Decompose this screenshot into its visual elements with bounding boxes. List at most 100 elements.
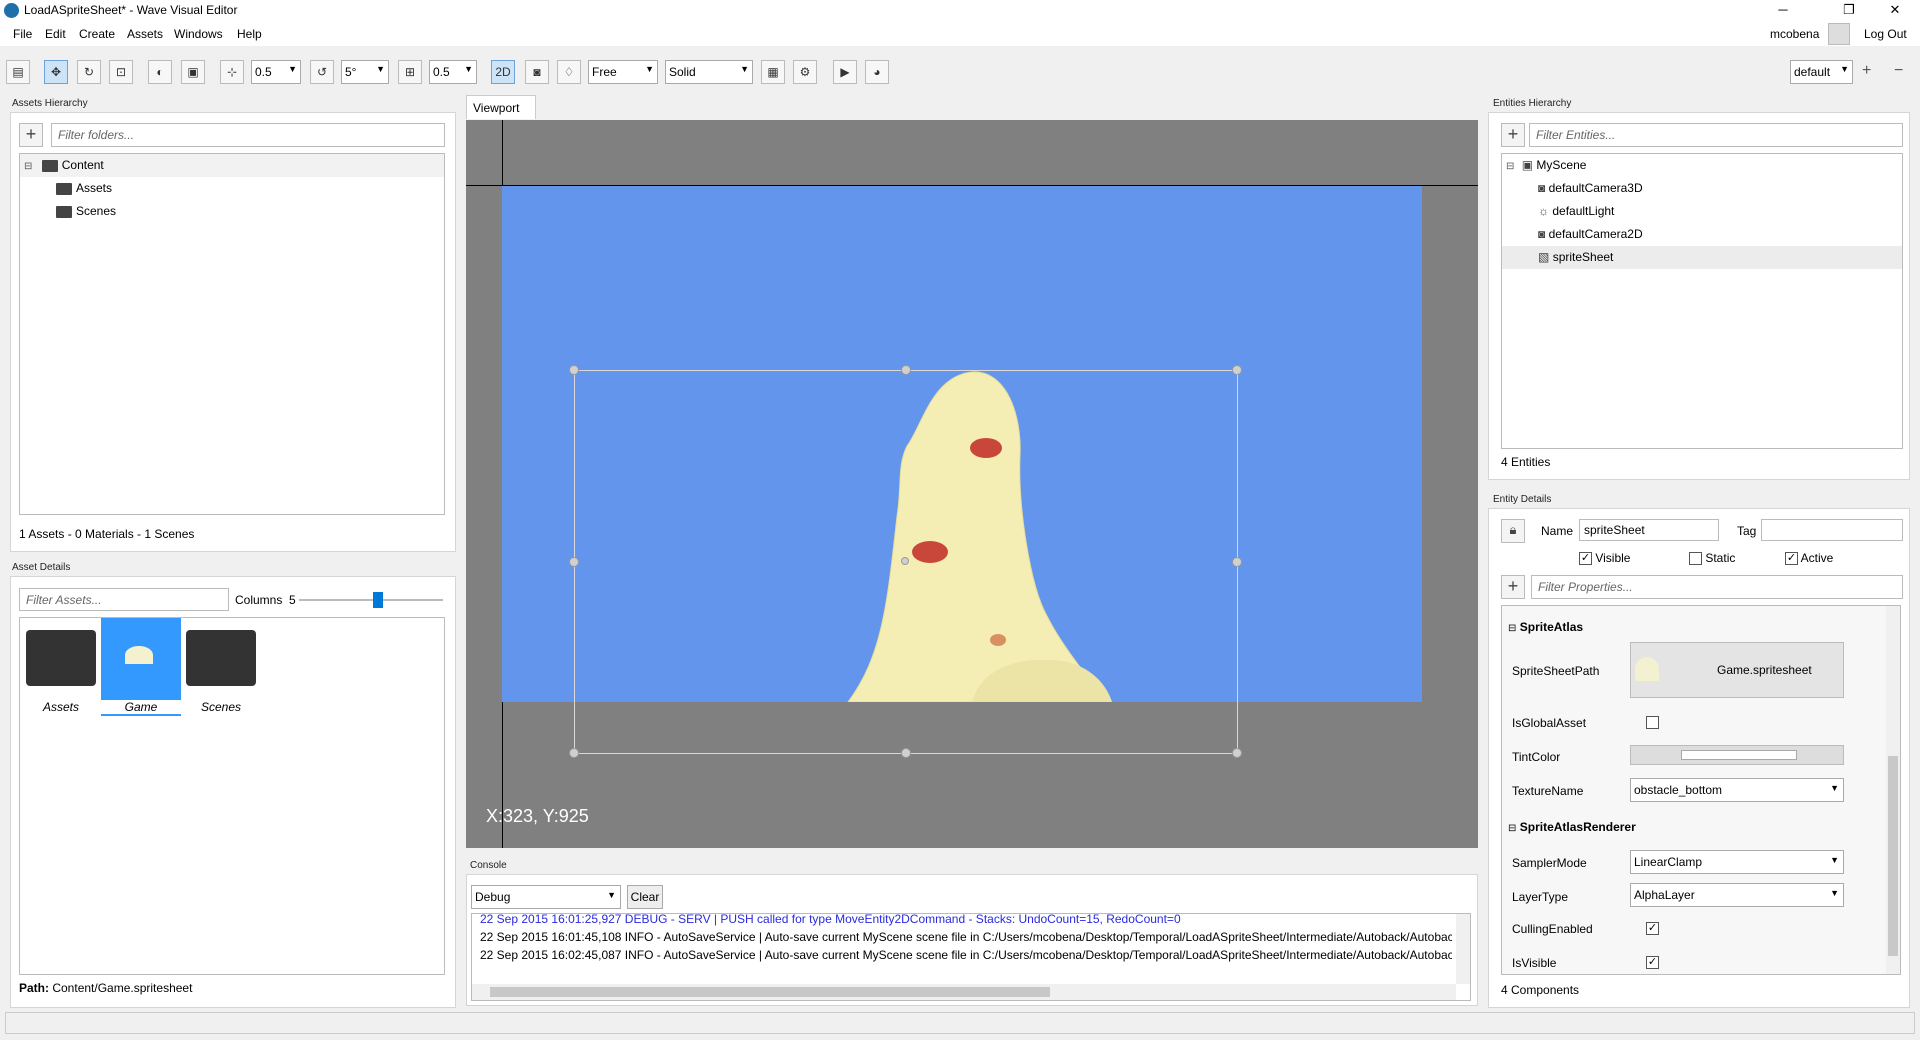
hscroll-thumb[interactable] — [490, 987, 1050, 997]
snap-translate-icon[interactable]: ⊹ — [220, 60, 244, 84]
grid-icon[interactable]: ▦ — [761, 60, 785, 84]
visible-checkbox[interactable]: ✓ Visible — [1579, 551, 1630, 566]
tab-viewport[interactable]: Viewport — [466, 95, 536, 119]
isvisible-checkbox[interactable]: ✓ — [1646, 956, 1659, 969]
menu-assets[interactable]: Assets — [127, 27, 163, 41]
asset-item-game[interactable]: Game — [101, 618, 181, 716]
sprite-atlas-renderer-header[interactable]: ⊟ SpriteAtlasRenderer — [1508, 820, 1636, 834]
spritesheetpath-picker[interactable]: Game.spritesheet — [1630, 642, 1844, 698]
tree-item-spritesheet[interactable]: ▧ spriteSheet — [1502, 246, 1902, 269]
snap-scale-dropdown[interactable]: 0.5 ▼ — [429, 60, 477, 84]
resize-handle[interactable] — [569, 748, 579, 758]
resize-handle[interactable] — [569, 365, 579, 375]
menu-edit[interactable]: Edit — [45, 27, 66, 41]
render-mode-dropdown[interactable]: Solid ▼ — [665, 60, 753, 84]
camera-icon[interactable]: ◙ — [525, 60, 549, 84]
snap-rotate-dropdown[interactable]: 5° ▼ — [341, 60, 389, 84]
restore-button[interactable]: ❐ — [1826, 0, 1872, 22]
resize-handle[interactable] — [1232, 365, 1242, 375]
collapse-icon[interactable]: ⊟ — [1508, 823, 1516, 834]
save-icon[interactable]: ▤ — [6, 60, 30, 84]
tree-item-light[interactable]: ☼ defaultLight — [1502, 200, 1902, 223]
asset-item-scenes[interactable]: Scenes — [182, 620, 260, 716]
filter-folders-input[interactable]: Filter folders... — [51, 123, 445, 147]
preview-icon[interactable]: ◕ — [865, 60, 889, 84]
tree-item-content[interactable]: ⊟ Content — [20, 154, 444, 177]
rotate-tool-icon[interactable]: ↻ — [77, 60, 101, 84]
obstacle-sprite[interactable] — [502, 186, 1422, 702]
snap-translate-dropdown[interactable]: 0.5 ▼ — [251, 60, 301, 84]
add-entity-button[interactable]: + — [1501, 123, 1525, 147]
console-hscrollbar[interactable] — [472, 984, 1456, 1000]
console-log[interactable]: 22 Sep 2015 16:01:25,927 DEBUG - SERV | … — [471, 913, 1471, 1001]
camera-mode-dropdown[interactable]: Free ▼ — [588, 60, 658, 84]
menu-help[interactable]: Help — [237, 27, 262, 41]
local-space-icon[interactable]: ◐ — [148, 60, 172, 84]
log-level-dropdown[interactable]: Debug ▼ — [471, 885, 621, 909]
play-icon[interactable]: ▶ — [833, 60, 857, 84]
menu-windows[interactable]: Windows — [174, 27, 223, 41]
pivot-handle[interactable] — [901, 557, 909, 565]
tree-item-camera2d[interactable]: ◙ defaultCamera2D — [1502, 223, 1902, 246]
samplermode-dropdown[interactable]: LinearClamp ▼ — [1630, 850, 1844, 874]
filter-entities-input[interactable]: Filter Entities... — [1529, 123, 1903, 147]
snap-scale-icon[interactable]: ⊞ — [398, 60, 422, 84]
close-button[interactable]: ✕ — [1872, 0, 1918, 22]
checkbox-icon[interactable] — [1689, 552, 1702, 566]
resize-handle[interactable] — [901, 748, 911, 758]
sprite-atlas-header[interactable]: ⊟ SpriteAtlas — [1508, 620, 1583, 634]
remove-layout-button[interactable]: − — [1894, 62, 1903, 80]
scale-tool-icon[interactable]: ⊡ — [109, 60, 133, 84]
filter-properties-input[interactable]: Filter Properties... — [1531, 575, 1903, 599]
tree-item-camera3d[interactable]: ◙ defaultCamera3D — [1502, 177, 1902, 200]
layout-dropdown[interactable]: default ▼ — [1790, 60, 1853, 84]
resize-handle[interactable] — [1232, 748, 1242, 758]
pivot-icon[interactable]: ▣ — [181, 60, 205, 84]
console-vscrollbar[interactable] — [1456, 914, 1470, 984]
menu-create[interactable]: Create — [79, 27, 115, 41]
title-bar: LoadASpriteSheet* - Wave Visual Editor ─… — [0, 0, 1920, 22]
lighting-icon[interactable]: ♢ — [557, 60, 581, 84]
properties-scrollbar[interactable] — [1886, 606, 1900, 974]
asset-item-assets[interactable]: Assets — [22, 620, 100, 716]
menu-file[interactable]: File — [13, 27, 32, 41]
resize-handle[interactable] — [569, 557, 579, 567]
add-component-button[interactable]: + — [1501, 575, 1525, 599]
add-folder-button[interactable]: + — [19, 123, 43, 147]
logout-link[interactable]: Log Out — [1864, 27, 1907, 41]
viewport[interactable]: X:323, Y:925 — [466, 120, 1478, 848]
resize-handle[interactable] — [1232, 557, 1242, 567]
mode-2d-button[interactable]: 2D — [491, 60, 515, 84]
columns-slider-thumb[interactable] — [372, 592, 383, 608]
texturename-dropdown[interactable]: obstacle_bottom ▼ — [1630, 778, 1844, 802]
translate-tool-icon[interactable]: ✥ — [44, 60, 68, 84]
cullingenabled-checkbox[interactable]: ✓ — [1646, 922, 1659, 935]
active-checkbox[interactable]: ✓ Active — [1785, 551, 1833, 566]
tree-item-scenes[interactable]: Scenes — [20, 200, 444, 223]
add-layout-button[interactable]: + — [1862, 62, 1871, 80]
lock-icon[interactable]: 🔒︎ — [1501, 519, 1525, 543]
settings-icon[interactable]: ⚙ — [793, 60, 817, 84]
minimize-button[interactable]: ─ — [1760, 0, 1806, 22]
tree-item-assets[interactable]: Assets — [20, 177, 444, 200]
filter-assets-input[interactable]: Filter Assets... — [19, 588, 229, 611]
avatar[interactable] — [1828, 23, 1850, 45]
isglobalasset-checkbox[interactable] — [1646, 716, 1659, 729]
resize-handle[interactable] — [901, 365, 911, 375]
collapse-icon[interactable]: ⊟ — [24, 161, 32, 172]
tree-item-myscene[interactable]: ⊟ ▣ MyScene — [1502, 154, 1902, 177]
scroll-thumb[interactable] — [1888, 756, 1898, 956]
collapse-icon[interactable]: ⊟ — [1506, 161, 1514, 172]
checkbox-icon[interactable]: ✓ — [1785, 552, 1798, 566]
static-checkbox[interactable]: Static — [1689, 551, 1735, 566]
folder-icon — [41, 159, 58, 172]
tag-input[interactable] — [1761, 519, 1903, 541]
collapse-icon[interactable]: ⊟ — [1508, 623, 1516, 634]
clear-button[interactable]: Clear — [627, 885, 663, 909]
layertype-dropdown[interactable]: AlphaLayer ▼ — [1630, 883, 1844, 907]
columns-slider[interactable] — [299, 599, 443, 601]
checkbox-icon[interactable]: ✓ — [1579, 552, 1592, 566]
name-input[interactable]: spriteSheet — [1579, 519, 1719, 541]
snap-rotate-icon[interactable]: ↺ — [310, 60, 334, 84]
tintcolor-picker[interactable] — [1630, 745, 1844, 765]
